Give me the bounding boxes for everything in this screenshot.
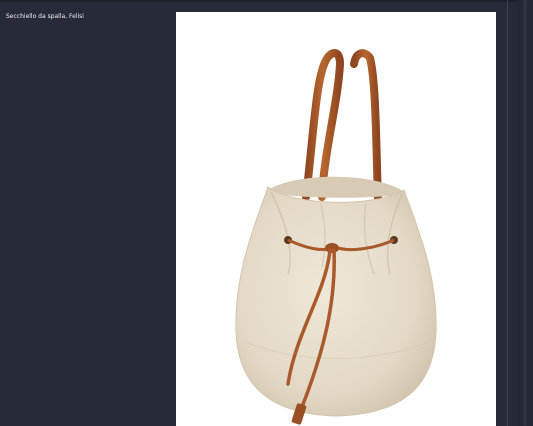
bucket-bag-illustration xyxy=(235,49,437,425)
product-image[interactable] xyxy=(176,12,496,426)
panel-divider xyxy=(507,0,508,426)
image-caption: Secchiello da spalla, Felisi xyxy=(6,13,84,20)
top-border xyxy=(0,0,533,2)
bag-body xyxy=(235,186,437,417)
strap-left xyxy=(302,49,345,201)
scrollbar-thumb[interactable] xyxy=(523,0,527,426)
strap-right xyxy=(350,49,382,204)
scrollbar[interactable] xyxy=(517,0,533,426)
